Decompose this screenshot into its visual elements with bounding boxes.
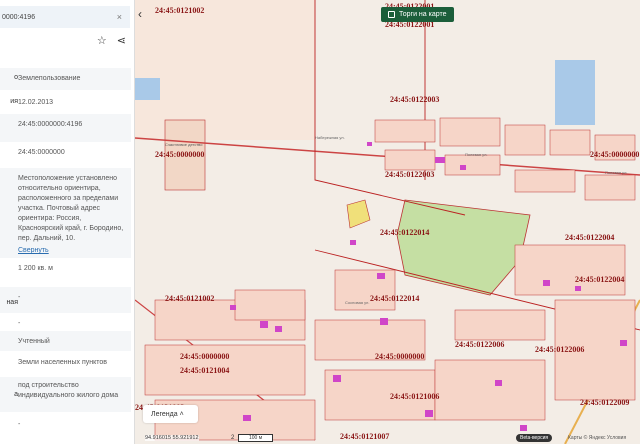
- cadastral-label[interactable]: 24:45:0121002: [155, 6, 204, 15]
- street-label: Полевая ул.: [605, 170, 628, 175]
- row-label: о: [14, 74, 18, 81]
- cadastral-label[interactable]: 24:45:0000000: [375, 352, 424, 361]
- scale-number: 2: [231, 435, 235, 441]
- beta-badge[interactable]: Beta-версия: [516, 434, 553, 442]
- row-value: 12.02.2013: [18, 99, 54, 106]
- back-chevron-icon[interactable]: ‹: [138, 7, 142, 21]
- row-label: [0, 331, 18, 351]
- row-label: [0, 168, 18, 258]
- share-icon[interactable]: ⋖: [117, 34, 126, 47]
- cadastral-label[interactable]: 24:45:0122006: [535, 345, 584, 354]
- cadastral-label[interactable]: 24:45:0000000: [180, 352, 229, 361]
- cadastral-label[interactable]: 24:45:0122003: [390, 95, 439, 104]
- row-value: Учтенный: [18, 338, 50, 345]
- row-value: -: [18, 294, 21, 301]
- row-value: 24:45:0000000: [18, 149, 65, 156]
- info-row: ия 12.02.2013: [0, 92, 131, 114]
- chevron-up-icon: ˄: [179, 410, 184, 418]
- row-label: ная: [6, 299, 18, 306]
- checkbox-icon: [388, 11, 395, 18]
- row-value: -: [18, 421, 21, 428]
- info-row: Местоположение установлено относительно …: [0, 168, 131, 258]
- collapse-link[interactable]: Свернуть: [18, 246, 128, 256]
- info-row: Учтенный: [0, 331, 131, 351]
- cadastral-label[interactable]: 24:45:0122003: [385, 170, 434, 179]
- search-field[interactable]: 0000:4196 ×: [0, 6, 130, 28]
- street-label: Набережная ул.: [315, 135, 345, 140]
- cadastral-label[interactable]: 24:45:0121007: [340, 432, 389, 441]
- info-row: 24:45:0000000:4196: [0, 114, 131, 142]
- legend-label: Легенда: [151, 410, 178, 418]
- row-label: ия: [10, 98, 18, 105]
- row-value: под строительство индивидуального жилого…: [18, 382, 119, 399]
- row-value: 24:45:0000000:4196: [18, 121, 83, 128]
- row-label: [0, 258, 18, 286]
- cadastral-label[interactable]: 24:45:0122014: [380, 228, 429, 237]
- cadastral-label[interactable]: 24:45:0122006: [455, 340, 504, 349]
- cadastral-label[interactable]: 24:45:0122004: [565, 233, 614, 242]
- row-label: [0, 352, 18, 376]
- cadastral-label[interactable]: 24:45:0122009: [580, 398, 629, 407]
- cadastral-label[interactable]: 24:45:0000000: [155, 150, 204, 159]
- info-row: ная -: [0, 287, 131, 313]
- cadastral-label[interactable]: 24:45:0000000: [590, 150, 639, 159]
- row-value: 1 200 кв. м: [18, 265, 53, 272]
- row-value: Землепользование: [18, 75, 81, 82]
- info-row: Земли населенных пунктов: [0, 352, 131, 376]
- info-row: а под строительство индивидуального жилог…: [0, 377, 131, 412]
- cadastral-label[interactable]: 24:45:0122014: [370, 294, 419, 303]
- map-canvas: [135, 0, 640, 444]
- row-label: [0, 114, 18, 142]
- row-label: [0, 142, 18, 170]
- row-label: [0, 414, 18, 440]
- info-row: -: [0, 414, 131, 440]
- legend-button[interactable]: Легенда ˄: [143, 405, 198, 423]
- torgi-label: Торги на карте: [399, 11, 447, 18]
- cadastral-label[interactable]: 24:45:0121002: [165, 294, 214, 303]
- scale-bar: 100 м: [238, 434, 274, 442]
- info-row: 1 200 кв. м: [0, 258, 131, 286]
- coordinates-readout: 94.916015 55.921912: [145, 435, 199, 441]
- cadastral-label[interactable]: 24:45:0122004: [575, 275, 624, 284]
- cadastral-map[interactable]: Счастливое детство Набережная ул. Полева…: [135, 0, 640, 444]
- row-label: а: [14, 391, 18, 398]
- map-copyright[interactable]: Карты © Яндекс Условия: [568, 435, 626, 441]
- poi-label[interactable]: Счастливое детство: [165, 142, 202, 147]
- street-label: Сосновая ул.: [345, 300, 370, 305]
- torgi-on-map-button[interactable]: Торги на карте: [381, 7, 454, 22]
- row-value: Земли населенных пунктов: [18, 359, 108, 366]
- cadastral-label[interactable]: 24:45:0121006: [390, 392, 439, 401]
- street-label: Полевая ул.: [465, 152, 488, 157]
- row-value: -: [18, 320, 21, 327]
- star-icon[interactable]: ☆: [97, 34, 107, 47]
- info-panel: 0000:4196 × ☆ ⋖ о Землепользование ия 12.0…: [0, 0, 135, 444]
- row-label: [0, 313, 18, 331]
- info-row: -: [0, 313, 131, 331]
- row-value: Местоположение установлено относительно …: [18, 175, 124, 242]
- close-icon[interactable]: ×: [117, 12, 122, 22]
- search-value[interactable]: 0000:4196: [2, 14, 35, 21]
- info-row: о Землепользование: [0, 68, 131, 90]
- cadastral-label[interactable]: 24:45:0121004: [180, 366, 229, 375]
- info-row: 24:45:0000000: [0, 142, 131, 170]
